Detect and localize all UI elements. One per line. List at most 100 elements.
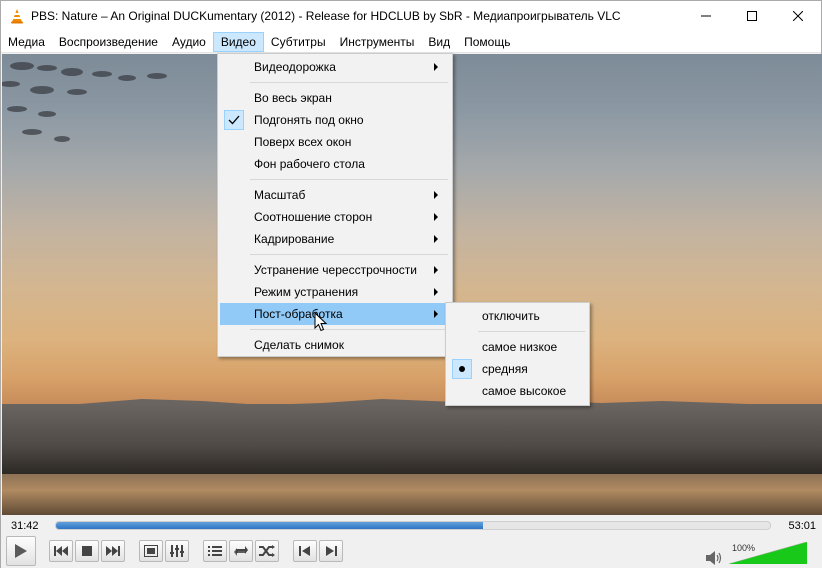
- vlc-window: PBS: Nature – An Original DUCKumentary (…: [0, 0, 822, 568]
- speaker-icon[interactable]: [706, 551, 722, 565]
- menu-item-label: Устранение чересстрочности: [254, 263, 417, 277]
- submenu-arrow-icon: [434, 63, 438, 71]
- menu-item-snapshot[interactable]: Сделать снимок: [220, 334, 450, 356]
- menu-separator: [478, 331, 585, 332]
- minimize-icon: [701, 15, 711, 17]
- stop-icon: [82, 546, 92, 556]
- close-button[interactable]: [775, 1, 821, 31]
- menu-item-postprocessing[interactable]: Пост-обработка: [220, 303, 450, 325]
- menu-item-label: Соотношение сторон: [254, 210, 373, 224]
- title-bar: PBS: Nature – An Original DUCKumentary (…: [1, 1, 821, 31]
- frame-forward-icon: [326, 546, 337, 556]
- menu-help[interactable]: Помощь: [457, 32, 517, 52]
- submenu-arrow-icon: [434, 266, 438, 274]
- shoreline: [2, 404, 822, 474]
- menu-item-fit-window[interactable]: Подгонять под окно: [220, 109, 450, 131]
- submenu-item-disable[interactable]: отключить: [448, 305, 587, 327]
- menu-tools[interactable]: Инструменты: [333, 32, 422, 52]
- vlc-cone-icon: [11, 9, 23, 24]
- checkmark-icon: [224, 110, 244, 130]
- menu-item-label: отключить: [482, 309, 540, 323]
- menu-item-always-on-top[interactable]: Поверх всех окон: [220, 131, 450, 153]
- menu-item-zoom[interactable]: Масштаб: [220, 184, 450, 206]
- elapsed-time: 31:42: [11, 520, 39, 532]
- submenu-item-lowest[interactable]: самое низкое: [448, 336, 587, 358]
- menu-item-aspect-ratio[interactable]: Соотношение сторон: [220, 206, 450, 228]
- stop-button[interactable]: [75, 540, 99, 562]
- playlist-button[interactable]: [203, 540, 227, 562]
- next-icon: [106, 546, 120, 556]
- shuffle-button[interactable]: [255, 540, 279, 562]
- frame-back-button[interactable]: [293, 540, 317, 562]
- total-time: 53:01: [788, 520, 816, 532]
- menu-item-label: Во весь экран: [254, 91, 332, 105]
- seek-bar[interactable]: [55, 521, 771, 530]
- playlist-icon: [208, 546, 222, 556]
- menu-subtitles[interactable]: Субтитры: [264, 32, 333, 52]
- submenu-arrow-icon: [434, 288, 438, 296]
- menu-video[interactable]: Видео: [212, 31, 264, 52]
- frame-back-icon: [299, 546, 310, 556]
- shuffle-icon: [259, 545, 275, 557]
- postprocessing-submenu: отключить самое низкое средняя самое выс…: [445, 302, 590, 406]
- extended-settings-button[interactable]: [165, 540, 189, 562]
- menu-item-wallpaper[interactable]: Фон рабочего стола: [220, 153, 450, 175]
- water-reflection: [2, 474, 822, 515]
- menu-item-label: средняя: [482, 362, 528, 376]
- menu-separator: [250, 329, 448, 330]
- previous-button[interactable]: [49, 540, 73, 562]
- menu-item-label: Сделать снимок: [254, 338, 344, 352]
- frame-forward-button[interactable]: [319, 540, 343, 562]
- window-title: PBS: Nature – An Original DUCKumentary (…: [31, 9, 621, 23]
- menu-item-label: Поверх всех окон: [254, 135, 352, 149]
- next-button[interactable]: [101, 540, 125, 562]
- bird-flock-image: [2, 62, 167, 142]
- menu-item-deinterlace[interactable]: Устранение чересстрочности: [220, 259, 450, 281]
- maximize-icon: [747, 11, 757, 21]
- close-icon: [793, 11, 803, 21]
- submenu-arrow-icon: [434, 213, 438, 221]
- submenu-item-medium[interactable]: средняя: [448, 358, 587, 380]
- menu-separator: [250, 179, 448, 180]
- menu-item-label: Пост-обработка: [254, 307, 343, 321]
- loop-icon: [234, 546, 248, 556]
- menu-bar: Медиа Воспроизведение Аудио Видео Субтит…: [1, 31, 821, 53]
- equalizer-icon: [170, 545, 184, 557]
- minimize-button[interactable]: [683, 1, 729, 31]
- submenu-arrow-icon: [434, 235, 438, 243]
- play-button[interactable]: [6, 536, 36, 566]
- mouse-cursor-icon: [314, 312, 328, 332]
- submenu-item-highest[interactable]: самое высокое: [448, 380, 587, 402]
- menu-separator: [250, 254, 448, 255]
- menu-item-label: Масштаб: [254, 188, 306, 202]
- menu-item-video-track[interactable]: Видеодорожка: [220, 56, 450, 78]
- menu-item-label: Фон рабочего стола: [254, 157, 365, 171]
- play-icon: [15, 544, 27, 558]
- menu-view[interactable]: Вид: [421, 32, 457, 52]
- maximize-button[interactable]: [729, 1, 775, 31]
- volume-percent: 100%: [732, 543, 756, 553]
- menu-item-crop[interactable]: Кадрирование: [220, 228, 450, 250]
- loop-button[interactable]: [229, 540, 253, 562]
- menu-media[interactable]: Медиа: [1, 32, 52, 52]
- previous-icon: [54, 546, 68, 556]
- fullscreen-icon: [144, 545, 158, 557]
- menu-item-label: Подгонять под окно: [254, 113, 364, 127]
- menu-item-fullscreen[interactable]: Во весь экран: [220, 87, 450, 109]
- menu-item-label: самое низкое: [482, 340, 558, 354]
- menu-item-label: Кадрирование: [254, 232, 335, 246]
- menu-item-label: Режим устранения: [254, 285, 359, 299]
- seek-bar-progress: [56, 522, 483, 529]
- submenu-arrow-icon: [434, 310, 438, 318]
- menu-item-label: самое высокое: [482, 384, 567, 398]
- radio-dot-icon: [452, 359, 472, 379]
- player-controls: 31:42 53:01 100%: [1, 515, 822, 568]
- fullscreen-button[interactable]: [139, 540, 163, 562]
- menu-playback[interactable]: Воспроизведение: [52, 32, 165, 52]
- menu-item-deinterlace-mode[interactable]: Режим устранения: [220, 281, 450, 303]
- submenu-arrow-icon: [434, 191, 438, 199]
- video-dropdown-menu: Видеодорожка Во весь экран Подгонять под…: [217, 53, 453, 357]
- menu-separator: [250, 82, 448, 83]
- menu-item-label: Видеодорожка: [254, 60, 336, 74]
- menu-audio[interactable]: Аудио: [165, 32, 213, 52]
